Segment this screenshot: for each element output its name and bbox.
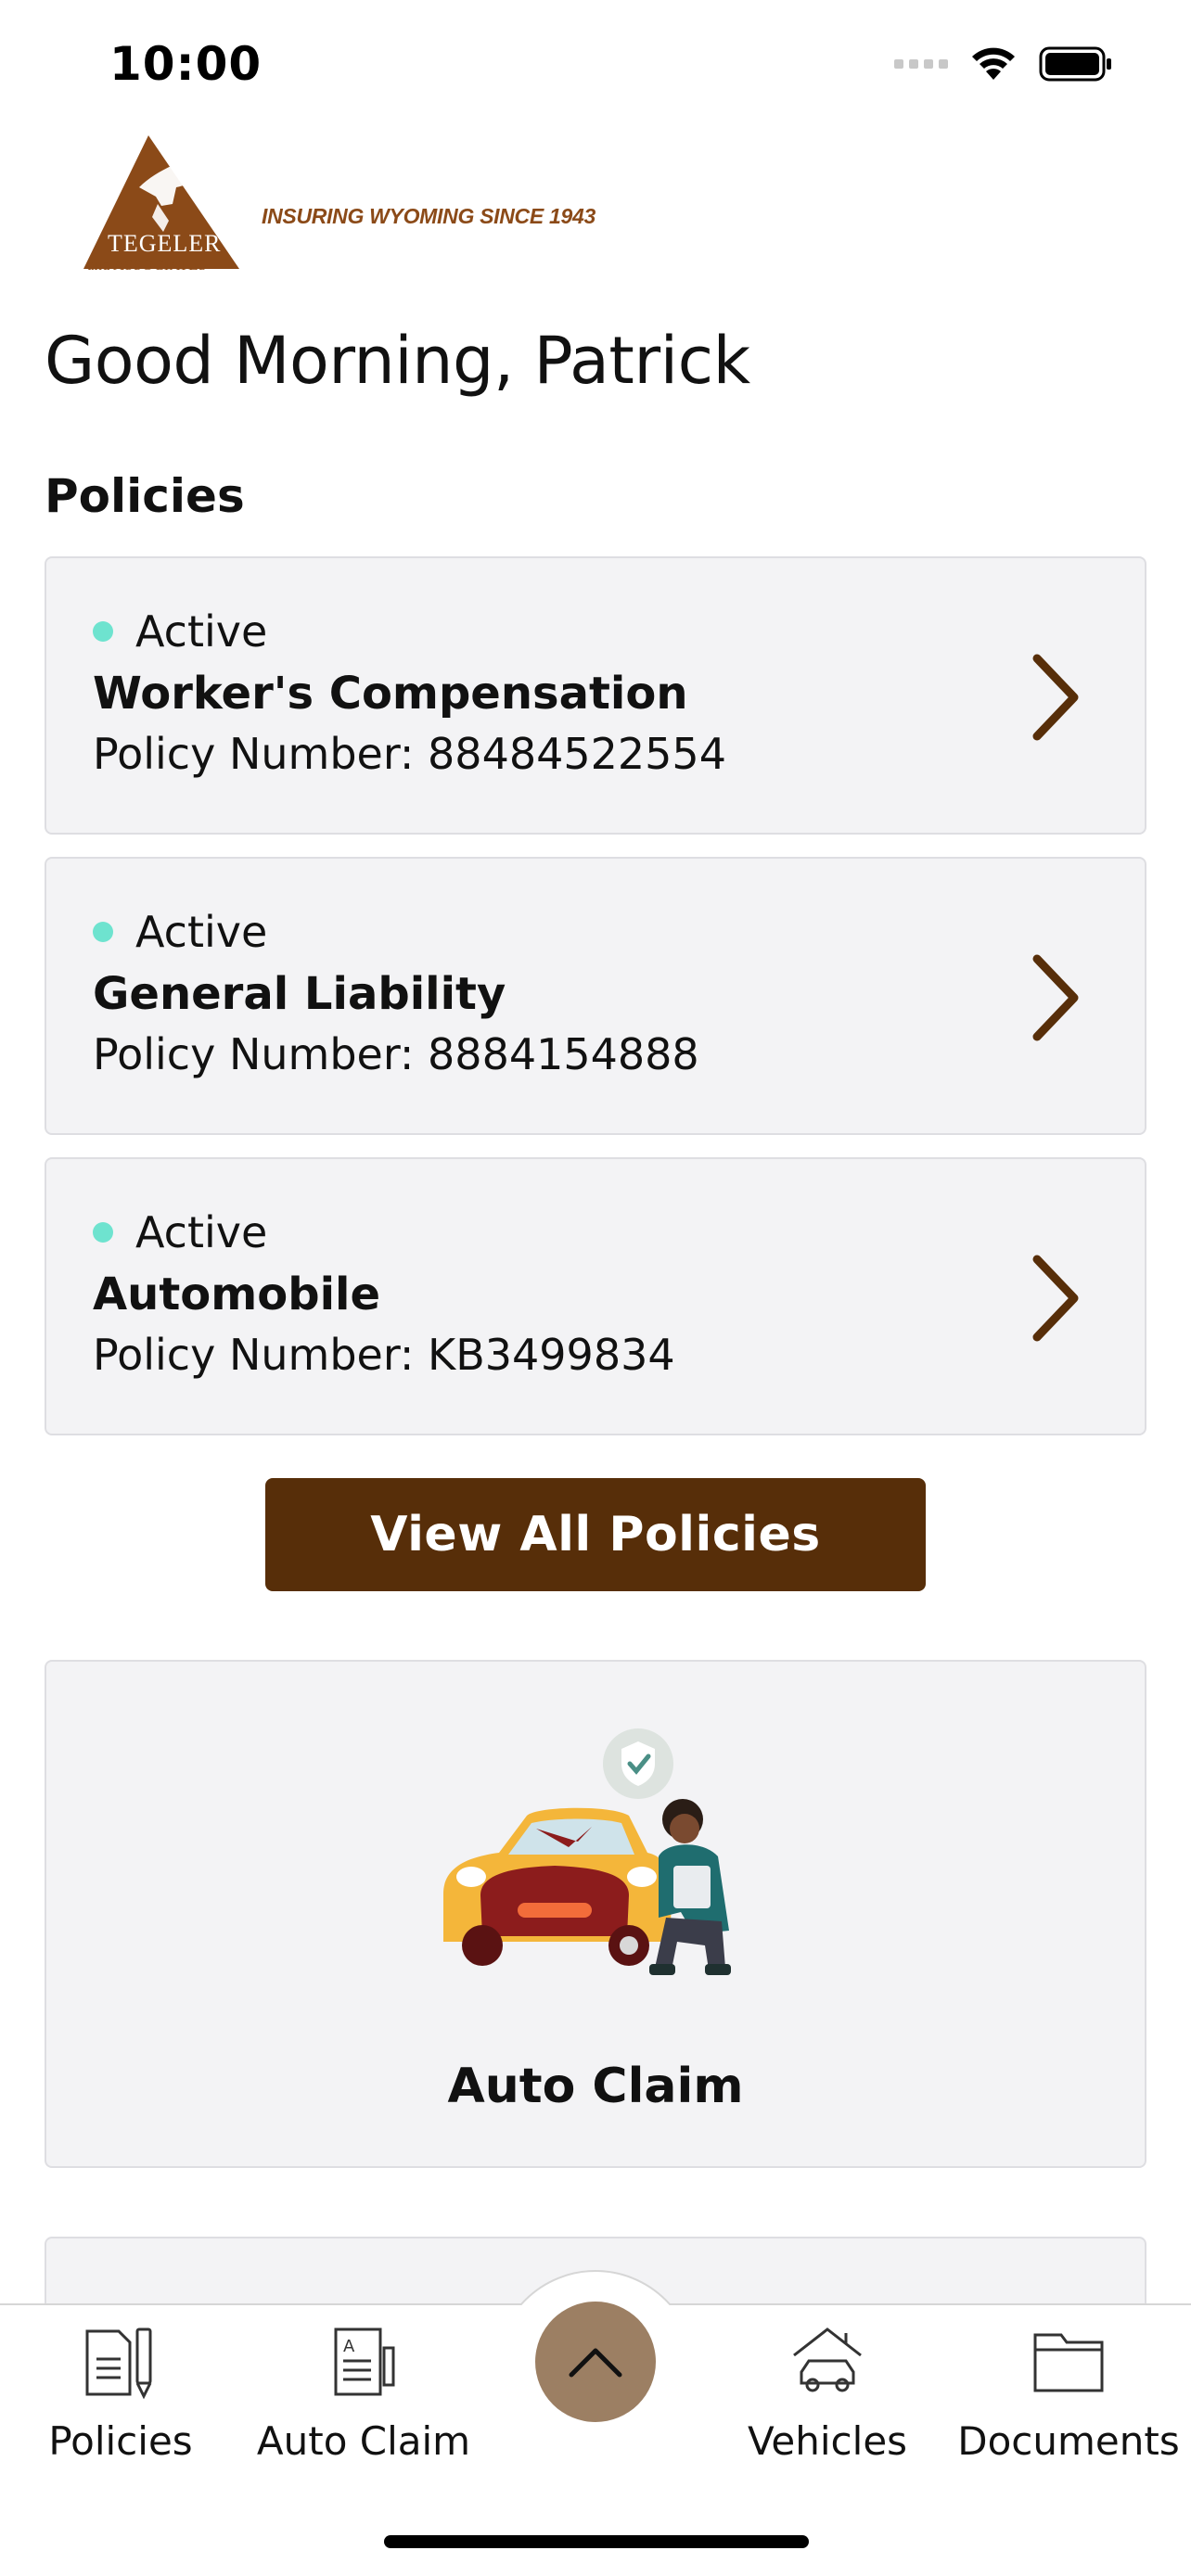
chevron-up-icon	[569, 2348, 622, 2378]
status-icons	[894, 46, 1113, 82]
brand-logo: TEGELER and ASSOCIATES INSURING WYOMING …	[83, 132, 603, 280]
brand-sub: and ASSOCIATES	[87, 256, 207, 274]
chevron-right-icon[interactable]	[1028, 951, 1083, 1044]
policy-number: Policy Number: KB3499834	[93, 1330, 675, 1380]
active-status-dot-icon	[93, 922, 113, 942]
auto-claim-label: Auto Claim	[447, 2059, 744, 2114]
policy-status: Active	[93, 606, 267, 657]
policy-document-icon	[85, 2327, 152, 2400]
policy-card-automobile[interactable]: Active Automobile Policy Number: KB34998…	[45, 1157, 1146, 1435]
tab-label: Vehicles	[747, 2418, 908, 2464]
tab-policies[interactable]: Policies	[0, 2322, 241, 2464]
brand-tagline: INSURING WYOMING SINCE 1943	[262, 204, 596, 228]
tab-vehicles[interactable]: Vehicles	[707, 2322, 948, 2464]
tab-auto-claim[interactable]: A Auto Claim	[243, 2322, 484, 2464]
chevron-right-icon[interactable]	[1028, 651, 1083, 744]
claim-form-icon: A	[334, 2327, 395, 2396]
policy-status: Active	[93, 1207, 267, 1257]
greeting: Good Morning, Patrick	[45, 323, 750, 399]
policy-number: Policy Number: 88484522554	[93, 729, 726, 779]
cellular-signal-icon	[894, 59, 948, 69]
car-garage-icon	[793, 2327, 862, 2392]
active-status-dot-icon	[93, 621, 113, 642]
wifi-icon	[972, 47, 1015, 80]
policy-status-label: Active	[135, 1207, 268, 1257]
tab-documents[interactable]: Documents	[948, 2322, 1189, 2464]
status-bar: 10:00	[0, 0, 1191, 130]
policy-status-label: Active	[135, 907, 268, 957]
tab-label: Documents	[957, 2418, 1180, 2464]
battery-icon	[1039, 46, 1111, 82]
folder-icon	[1033, 2333, 1104, 2392]
policy-name: Automobile	[93, 1269, 381, 1320]
svg-text:A: A	[343, 2337, 355, 2356]
tab-label: Policies	[48, 2418, 193, 2464]
tab-label: Auto Claim	[256, 2418, 471, 2464]
view-all-policies-button[interactable]: View All Policies	[265, 1478, 926, 1591]
status-time: 10:00	[109, 37, 263, 91]
auto-claim-illustration-icon	[443, 1728, 731, 1975]
policy-number: Policy Number: 8884154888	[93, 1029, 699, 1079]
policy-name: Worker's Compensation	[93, 668, 688, 720]
policies-section-title: Policies	[45, 469, 245, 523]
auto-claim-card[interactable]: Auto Claim	[45, 1660, 1146, 2168]
policy-card-general-liability[interactable]: Active General Liability Policy Number: …	[45, 857, 1146, 1135]
brand-name: TEGELER	[108, 230, 222, 257]
policy-name: General Liability	[93, 968, 506, 1020]
policy-status-label: Active	[135, 606, 268, 657]
chevron-right-icon[interactable]	[1028, 1252, 1083, 1345]
policy-card-workers-comp[interactable]: Active Worker's Compensation Policy Numb…	[45, 556, 1146, 835]
active-status-dot-icon	[93, 1222, 113, 1243]
policy-status: Active	[93, 907, 267, 957]
expand-menu-button[interactable]	[535, 2302, 656, 2422]
home-indicator[interactable]	[384, 2535, 809, 2548]
